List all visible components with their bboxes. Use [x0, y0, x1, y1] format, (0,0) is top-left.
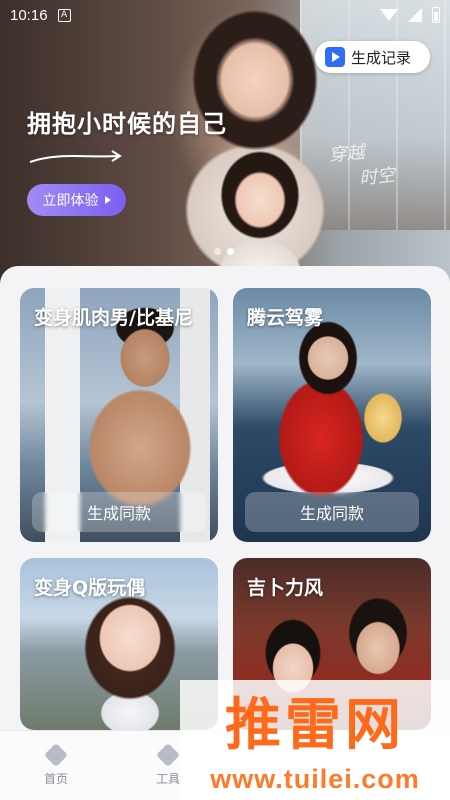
notification-icon: A	[57, 8, 71, 22]
watermark-url-box: www.tuilei.com	[180, 758, 450, 800]
card-title: 变身肌肉男/比基尼	[34, 307, 193, 329]
hero-calligraphy: 穿越 时空	[327, 137, 397, 195]
nav-label-home: 首页	[43, 771, 68, 786]
hero-photo-child	[205, 140, 315, 280]
tools-icon	[155, 742, 181, 767]
generate-same-button[interactable]: 生成同款	[245, 492, 419, 532]
carousel-dot-2[interactable]	[227, 248, 234, 255]
home-icon	[43, 742, 69, 767]
generation-history-label: 生成记录	[351, 48, 412, 67]
generation-history-button[interactable]: 生成记录	[315, 41, 430, 73]
carousel-dot-1[interactable]	[214, 248, 221, 255]
status-time: 10:16	[10, 6, 48, 24]
app-screen: 10:16 A 生成记录 拥抱小时候的自己 立即体验 穿越 时空 变身肌肉男/比…	[0, 0, 450, 800]
card-title: 变身Q版玩偶	[34, 577, 146, 599]
watermark-brand: 推雷网	[225, 692, 405, 758]
wifi-icon	[380, 9, 398, 21]
watermark-url: www.tuilei.com	[210, 763, 420, 794]
card-title: 腾云驾雾	[247, 307, 324, 329]
hero-calligraphy-line1: 穿越	[327, 141, 366, 167]
play-icon	[325, 47, 345, 67]
status-icons	[380, 7, 440, 23]
status-bar: 10:16 A	[0, 0, 450, 30]
hero-banner[interactable]: 10:16 A 生成记录 拥抱小时候的自己 立即体验 穿越 时空	[0, 0, 450, 290]
template-card-cloud-riding[interactable]: 腾云驾雾 生成同款	[233, 288, 431, 542]
nav-item-home[interactable]: 首页	[0, 731, 112, 800]
hero-title: 拥抱小时候的自己	[27, 110, 227, 138]
generate-same-button[interactable]: 生成同款	[32, 492, 206, 532]
arrow-decoration-icon	[29, 150, 122, 163]
nav-label-tools: 工具	[155, 771, 180, 786]
try-now-label: 立即体验	[42, 193, 99, 209]
watermark-logo: 推雷网	[180, 680, 450, 760]
signal-icon	[408, 8, 422, 22]
battery-icon	[432, 7, 440, 23]
caret-right-icon	[104, 196, 111, 204]
template-card-muscle-bikini[interactable]: 变身肌肉男/比基尼 生成同款	[20, 288, 218, 542]
carousel-indicator[interactable]	[214, 248, 234, 255]
card-title: 吉卜力风	[247, 577, 324, 599]
try-now-button[interactable]: 立即体验	[27, 184, 126, 216]
